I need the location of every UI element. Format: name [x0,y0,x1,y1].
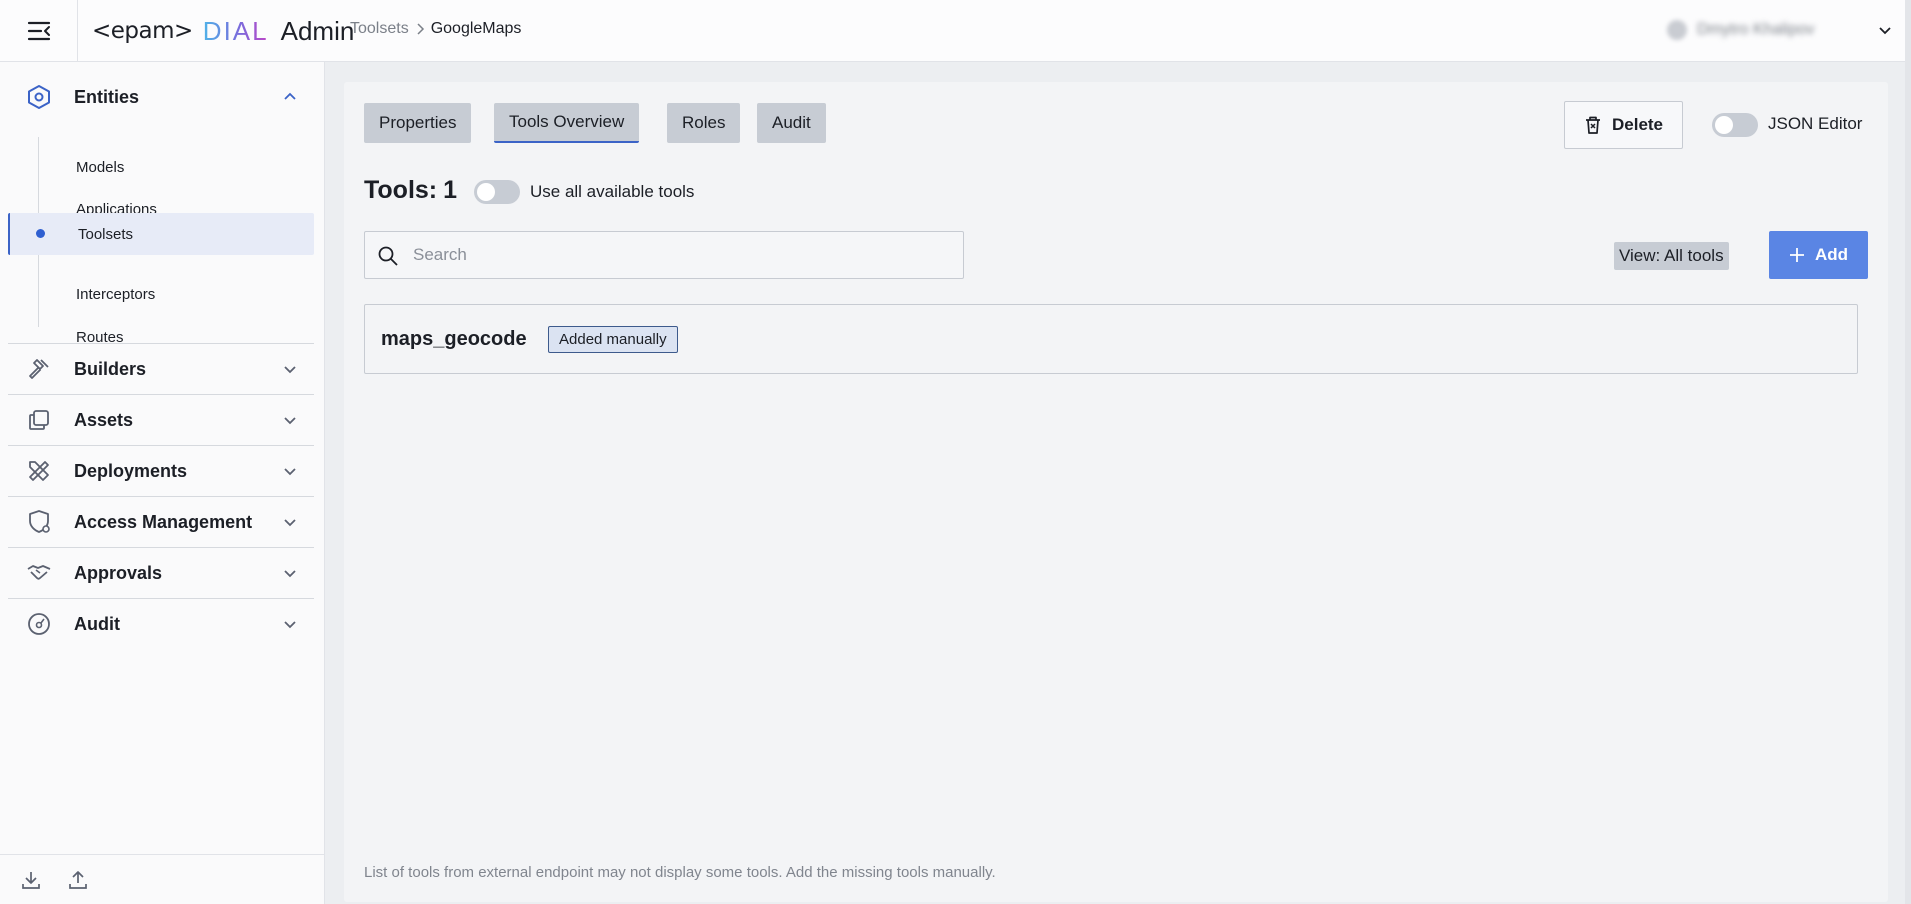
user-name: Dmytro Khalipov [1697,21,1815,38]
sidebar-item-label: Toolsets [78,225,134,243]
plus-icon [1789,248,1804,262]
sidebar-section-audit[interactable]: Audit [8,599,314,649]
tools-icon [29,461,49,481]
logo-epam: <epam> [92,18,193,44]
sidebar-section-assets[interactable]: Assets [8,395,314,445]
json-editor-label: JSON Editor [1768,114,1863,133]
json-editor-toggle[interactable] [1712,113,1758,137]
tab-tools-overview[interactable]: Tools Overview [494,103,640,143]
tab-properties[interactable]: Properties [364,103,472,143]
sidebar-section-entities[interactable]: Entities [8,72,314,122]
sidebar-section-label: Approvals [74,562,163,583]
search-icon [378,246,398,266]
download-icon[interactable] [20,869,42,891]
sidebar-item-label: Models [76,158,125,176]
sidebar-section-approvals[interactable]: Approvals [8,548,314,598]
handshake-icon [27,565,51,580]
tool-list-item[interactable]: maps_geocode Added manually [364,304,1858,374]
chevron-down-icon [284,468,296,476]
sidebar-section-label: Deployments [74,460,188,481]
breadcrumb-toolsets-link[interactable]: Toolsets [350,20,409,38]
sidebar-item-label: Interceptors [76,285,156,303]
breadcrumb-current: GoogleMaps [430,20,522,37]
add-tool-button[interactable]: Add [1769,231,1868,279]
sidebar-footer [0,854,325,904]
chevron-down-icon [284,366,296,374]
sidebar-item-models[interactable]: Models [8,147,314,187]
main-panel: Properties Tools Overview Roles Audit De… [344,82,1888,902]
hexagon-icon [28,85,50,109]
sidebar-section-builders[interactable]: Builders [8,344,314,394]
sidebar-section-label: Builders [74,358,147,379]
trash-icon [1585,116,1600,134]
sidebar-section-label: Access Management [74,511,253,532]
gauge-icon [28,613,50,635]
sidebar-section-access-management[interactable]: Access Management [8,497,314,547]
chevron-down-icon [284,519,296,527]
chevron-down-icon [284,570,296,578]
sidebar-section-label: Entities [74,86,140,107]
top-header: <epam> DIAL Admin Toolsets GoogleMaps Dm… [0,0,1911,62]
hammer-icon [29,359,49,379]
delete-button[interactable]: Delete [1564,101,1683,149]
chevron-down-icon [1879,27,1891,35]
tab-audit[interactable]: Audit [757,103,826,143]
chevron-right-icon [417,23,424,35]
breadcrumb: Toolsets GoogleMaps [350,20,521,38]
sidebar-item-toolsets[interactable]: Toolsets [8,213,314,255]
tab-roles[interactable]: Roles [667,103,741,143]
toggle-knob [477,183,495,201]
copy-icon [29,410,49,430]
view-filter-select[interactable]: View: All tools [1614,242,1729,270]
sidebar-item-interceptors[interactable]: Interceptors [8,274,314,314]
tools-count-heading: Tools: 1 [364,176,457,205]
sidebar-section-deployments[interactable]: Deployments [8,446,314,496]
use-all-tools-label: Use all available tools [530,182,695,201]
tools-footnote: List of tools from external endpoint may… [364,864,996,881]
tools-title-prefix: Tools: [364,176,438,204]
app-logo[interactable]: <epam> DIAL Admin [92,14,354,48]
delete-button-label: Delete [1611,115,1664,134]
sidebar-section-label: Audit [74,613,120,634]
chevron-down-icon [284,621,296,629]
toggle-knob [1715,116,1733,134]
logo-dial: DIAL [202,15,269,46]
logo-admin: Admin [280,15,355,46]
sidebar-section-label: Assets [74,409,134,430]
shield-gear-icon [29,510,50,533]
tool-source-badge: Added manually [548,326,678,353]
tools-count: 1 [443,176,458,204]
chevron-up-icon [284,92,296,100]
sidebar: Entities Models Applications Toolsets In… [0,62,325,904]
active-indicator-dot [36,229,45,238]
tool-name: maps_geocode [381,328,527,350]
search-box [364,231,964,279]
chevron-down-icon [284,417,296,425]
search-input[interactable] [413,232,953,278]
user-menu[interactable]: Dmytro Khalipov [1667,12,1893,48]
add-button-label: Add [1814,245,1849,264]
use-all-tools-toggle[interactable] [474,180,520,204]
upload-icon[interactable] [67,869,89,891]
menu-collapse-icon [27,21,50,41]
menu-toggle-button[interactable] [0,0,78,62]
scrollbar[interactable] [1905,0,1911,904]
avatar [1667,20,1687,40]
